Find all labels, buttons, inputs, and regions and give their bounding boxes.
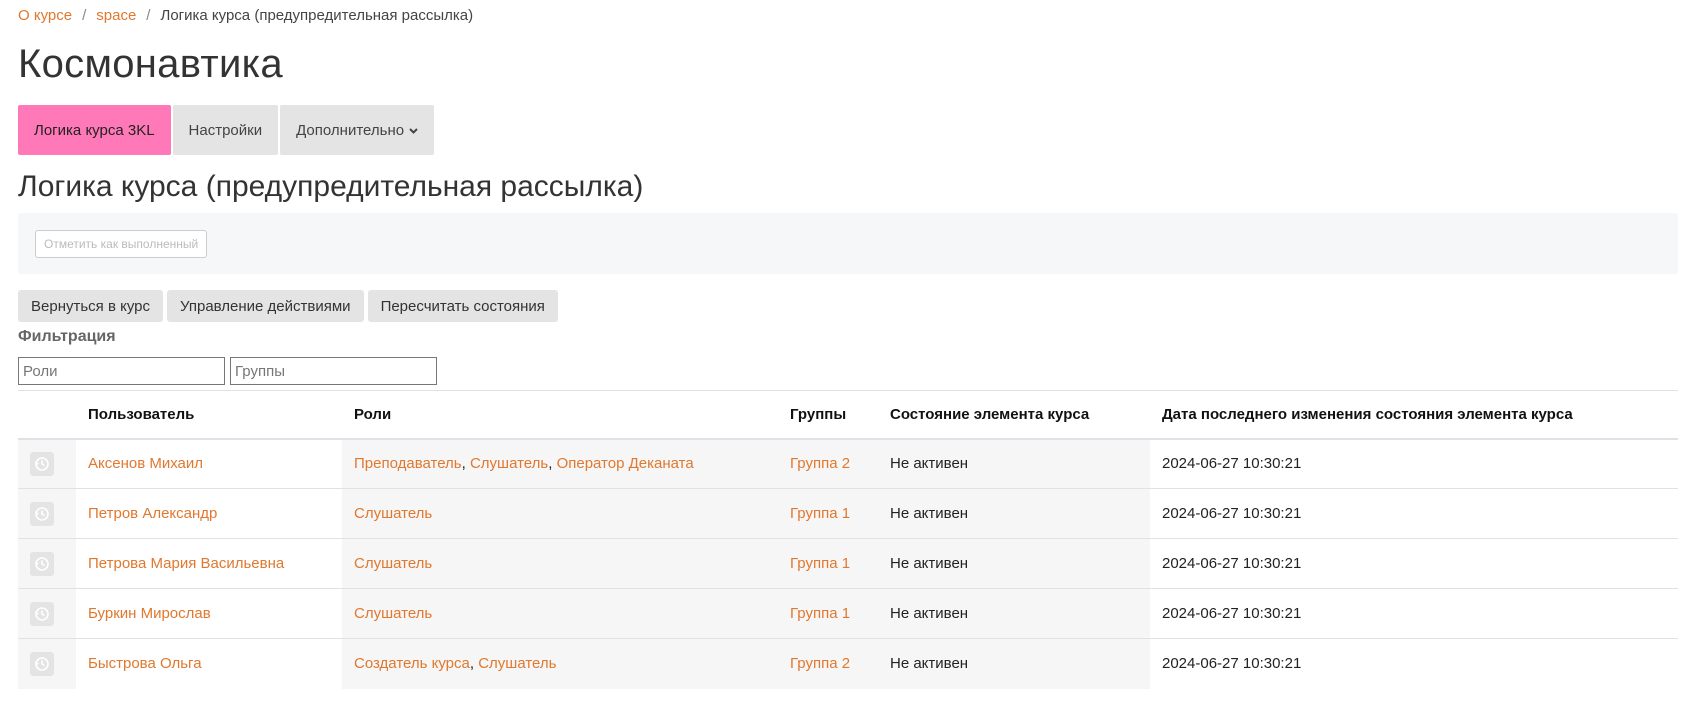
history-icon[interactable] (30, 501, 54, 526)
back-to-course-button[interactable]: Вернуться в курс (18, 290, 163, 322)
tab-label: Настройки (188, 121, 263, 139)
user-link[interactable]: Буркин Мирослав (88, 605, 211, 622)
recalculate-states-button[interactable]: Пересчитать состояния (367, 290, 558, 322)
roles-cell: Преподаватель, Слушатель, Оператор Декан… (342, 438, 778, 489)
roles-cell: Слушатель (342, 488, 778, 539)
date-cell: 2024-06-27 10:30:21 (1150, 488, 1678, 539)
role-separator: , (469, 655, 479, 673)
state-cell: Не активен (878, 538, 1150, 589)
roles-cell: Слушатель (342, 538, 778, 589)
user-cell: Петров Александр (76, 488, 342, 539)
mark-complete-button[interactable]: Отметить как выполненный (35, 230, 208, 258)
date-cell: 2024-06-27 10:30:21 (1150, 438, 1678, 489)
header-groups: Группы (778, 390, 878, 440)
roles-cell: Создатель курса, Слушатель (342, 638, 778, 689)
tab-label: Дополнительно (296, 121, 405, 139)
action-bar: Вернуться в курс Управление действиями П… (18, 290, 558, 322)
state-cell: Не активен (878, 438, 1150, 489)
users-table: Пользователь Роли Группы Состояние элеме… (18, 390, 1678, 689)
header-user: Пользователь (76, 390, 342, 440)
header-state: Состояние элемента курса (878, 390, 1150, 440)
history-icon[interactable] (30, 451, 54, 476)
breadcrumb-separator: / (146, 7, 151, 24)
section-title: Логика курса (предупредительная рассылка… (18, 170, 644, 203)
groups-cell: Группа 1 (778, 588, 878, 639)
header-roles: Роли (342, 390, 778, 440)
date-cell: 2024-06-27 10:30:21 (1150, 538, 1678, 589)
table-row: Петров Александр Слушатель Группа 1 Не акти… (18, 488, 1678, 539)
state-cell: Не активен (878, 588, 1150, 639)
page-title: Космонавтика (18, 42, 283, 86)
table-row: Аксенов Михаил Преподаватель, Слушатель, … (18, 438, 1678, 489)
table-row: Петрова Мария Васильевна Слушатель Группа … (18, 538, 1678, 589)
header-icon-column (18, 390, 76, 440)
table-row: Быстрова Ольга Создатель курса, Слушатель… (18, 638, 1678, 689)
user-link[interactable]: Быстрова Ольга (88, 655, 202, 672)
history-icon[interactable] (30, 601, 54, 626)
history-icon[interactable] (30, 551, 54, 576)
group-link[interactable]: Группа 1 (790, 505, 850, 522)
role-link[interactable]: Оператор Деканата (557, 455, 694, 472)
group-link[interactable]: Группа 2 (790, 455, 850, 472)
user-cell: Аксенов Михаил (76, 438, 342, 489)
role-link[interactable]: Слушатель (354, 505, 432, 522)
state-cell: Не активен (878, 638, 1150, 689)
role-separator: , (461, 455, 470, 473)
user-link[interactable]: Петров Александр (88, 505, 217, 522)
roles-cell: Слушатель (342, 588, 778, 639)
filter-label: Фильтрация (18, 328, 116, 345)
tab-settings[interactable]: Настройки (172, 105, 279, 155)
breadcrumb-link-course-info[interactable]: О курсе (18, 7, 72, 24)
state-cell: Не активен (878, 488, 1150, 539)
group-link[interactable]: Группа 2 (790, 655, 850, 672)
history-icon[interactable] (30, 651, 54, 676)
breadcrumb-link-space[interactable]: space (96, 7, 136, 24)
filter-inputs (18, 357, 437, 385)
user-cell: Буркин Мирослав (76, 588, 342, 639)
breadcrumb-current: Логика курса (предупредительная рассылка… (160, 7, 474, 24)
role-link[interactable]: Слушатель (478, 655, 556, 672)
role-separator: , (548, 455, 557, 473)
manage-actions-button[interactable]: Управление действиями (167, 290, 364, 322)
groups-cell: Группа 2 (778, 638, 878, 689)
table-row: Буркин Мирослав Слушатель Группа 1 Не актив… (18, 588, 1678, 639)
chevron-down-icon (409, 126, 418, 137)
history-cell (18, 488, 76, 539)
groups-filter-input[interactable] (230, 357, 437, 385)
date-cell: 2024-06-27 10:30:21 (1150, 588, 1678, 639)
breadcrumb-separator: / (82, 7, 87, 24)
tab-course-logic[interactable]: Логика курса 3KL (18, 105, 171, 155)
history-cell (18, 438, 76, 489)
history-cell (18, 588, 76, 639)
roles-filter-input[interactable] (18, 357, 225, 385)
role-link[interactable]: Слушатель (354, 605, 432, 622)
user-link[interactable]: Аксенов Михаил (88, 455, 203, 472)
groups-cell: Группа 1 (778, 488, 878, 539)
groups-cell: Группа 1 (778, 538, 878, 589)
history-cell (18, 538, 76, 589)
completion-panel: Отметить как выполненный (18, 213, 1678, 274)
role-link[interactable]: Создатель курса (354, 655, 470, 672)
role-link[interactable]: Слушатель (354, 555, 432, 572)
user-link[interactable]: Петрова Мария Васильевна (88, 555, 284, 572)
course-tabs: Логика курса 3KL Настройки Дополнительно (18, 105, 435, 155)
group-link[interactable]: Группа 1 (790, 555, 850, 572)
role-link[interactable]: Слушатель (470, 455, 548, 472)
header-date: Дата последнего изменения состояния элем… (1150, 390, 1678, 440)
tab-label: Логика курса 3KL (34, 121, 155, 139)
breadcrumb: О курсе / space / Логика курса (предупре… (18, 7, 473, 24)
tab-more[interactable]: Дополнительно (280, 105, 435, 155)
date-cell: 2024-06-27 10:30:21 (1162, 655, 1302, 673)
groups-cell: Группа 2 (778, 438, 878, 489)
user-cell: Быстрова Ольга (76, 639, 342, 689)
group-link[interactable]: Группа 1 (790, 605, 850, 622)
history-cell (18, 638, 76, 689)
user-cell: Петрова Мария Васильевна (76, 538, 342, 589)
table-header-row: Пользователь Роли Группы Состояние элеме… (18, 390, 1678, 440)
role-link[interactable]: Преподаватель (354, 455, 462, 472)
